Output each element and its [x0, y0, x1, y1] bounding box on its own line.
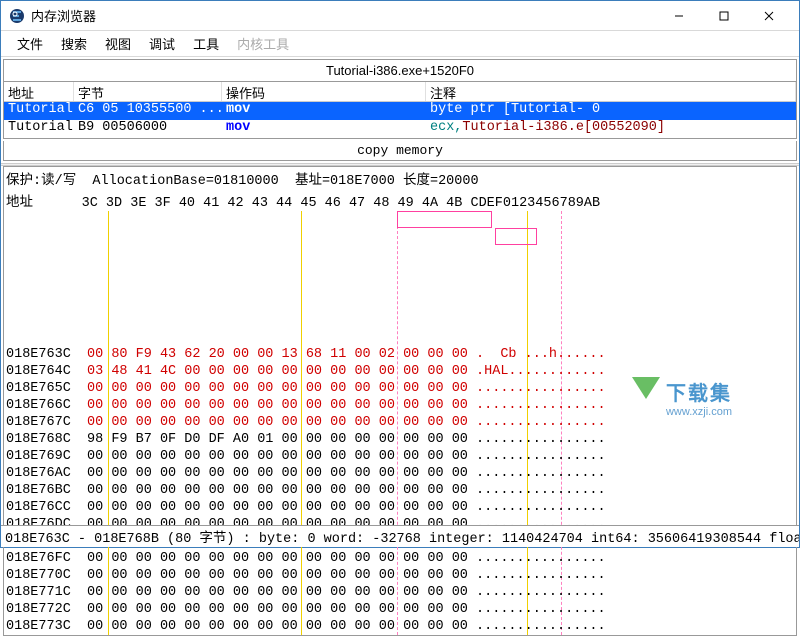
hex-row[interactable]: 018E76FC 00 00 00 00 00 00 00 00 00 00 0… [6, 550, 794, 567]
col-bytes[interactable]: 字节 [74, 82, 222, 101]
menu-kernel[interactable]: 内核工具 [229, 31, 297, 56]
hex-row[interactable]: 018E770C 00 00 00 00 00 00 00 00 00 00 0… [6, 567, 794, 584]
menu-search[interactable]: 搜索 [53, 31, 95, 56]
address-bar[interactable]: Tutorial-i386.exe+1520F0 [4, 60, 796, 82]
col-note[interactable]: 注释 [426, 82, 796, 101]
disasm-pane: Tutorial-i386.exe+1520F0 地址 字节 操作码 注释 Tu… [1, 57, 799, 141]
hex-row[interactable]: 018E768C 98 F9 B7 0F D0 DF A0 01 00 00 0… [6, 431, 794, 448]
hex-row[interactable]: 018E767C 00 00 00 00 00 00 00 00 00 00 0… [6, 414, 794, 431]
hex-pane: 保护:读/写 AllocationBase=01810000 基址=018E70… [3, 166, 797, 636]
hex-row[interactable]: 018E765C 00 00 00 00 00 00 00 00 00 00 0… [6, 380, 794, 397]
hex-row[interactable]: 018E76BC 00 00 00 00 00 00 00 00 00 00 0… [6, 482, 794, 499]
copy-memory-button[interactable]: copy memory [3, 141, 797, 161]
hex-row[interactable]: 018E76AC 00 00 00 00 00 00 00 00 00 00 0… [6, 465, 794, 482]
disasm-row[interactable]: Tutorial-i38C6 05 10355500 ...movbyte pt… [4, 102, 796, 120]
close-button[interactable] [746, 1, 791, 31]
app-icon [9, 8, 25, 24]
col-addr[interactable]: 地址 [4, 82, 74, 101]
hex-row[interactable]: 018E763C 00 80 F9 43 62 20 00 00 13 68 1… [6, 346, 794, 363]
menu-file[interactable]: 文件 [9, 31, 51, 56]
menu-view[interactable]: 视图 [97, 31, 139, 56]
menu-tools[interactable]: 工具 [185, 31, 227, 56]
maximize-button[interactable] [701, 1, 746, 31]
disasm-row[interactable]: Tutorial-i38B9 00506000movecx,Tutorial-i… [4, 120, 796, 138]
window-controls [656, 1, 791, 31]
status-bar: 018E763C - 018E768B (80 字节) : byte: 0 wo… [1, 525, 799, 547]
disasm-header: 地址 字节 操作码 注释 [4, 82, 796, 102]
hex-row[interactable]: 018E772C 00 00 00 00 00 00 00 00 00 00 0… [6, 601, 794, 618]
window-title: 内存浏览器 [31, 6, 656, 25]
hex-row[interactable]: 018E766C 00 00 00 00 00 00 00 00 00 00 0… [6, 397, 794, 414]
hex-row[interactable]: 018E764C 03 48 41 4C 00 00 00 00 00 00 0… [6, 363, 794, 380]
hex-rows[interactable]: 018E763C 00 80 F9 43 62 20 00 00 13 68 1… [4, 211, 796, 635]
hex-header: 地址 3C 3D 3E 3F 40 41 42 43 44 45 46 47 4… [4, 190, 796, 211]
minimize-button[interactable] [656, 1, 701, 31]
disasm-rows[interactable]: Tutorial-i38C6 05 10355500 ...movbyte pt… [4, 102, 796, 138]
menubar: 文件 搜索 视图 调试 工具 内核工具 [1, 31, 799, 57]
hex-row[interactable]: 018E76CC 00 00 00 00 00 00 00 00 00 00 0… [6, 499, 794, 516]
hex-info: 保护:读/写 AllocationBase=01810000 基址=018E70… [4, 167, 796, 190]
menu-debug[interactable]: 调试 [141, 31, 183, 56]
titlebar: 内存浏览器 [1, 1, 799, 31]
hex-row[interactable]: 018E771C 00 00 00 00 00 00 00 00 00 00 0… [6, 584, 794, 601]
hex-row[interactable]: 018E773C 00 00 00 00 00 00 00 00 00 00 0… [6, 618, 794, 635]
col-op[interactable]: 操作码 [222, 82, 426, 101]
hex-row[interactable]: 018E769C 00 00 00 00 00 00 00 00 00 00 0… [6, 448, 794, 465]
